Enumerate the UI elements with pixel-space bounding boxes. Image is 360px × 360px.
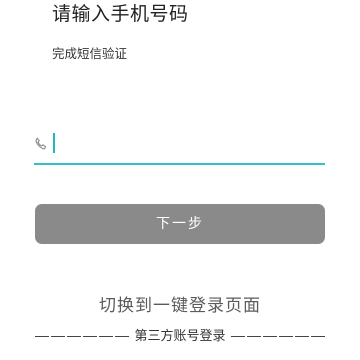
divider-dash [83,335,98,338]
divider-dash [115,335,130,338]
divider-dash [310,335,325,338]
divider-dash [35,335,50,338]
page-title: 请输入手机号码 [52,3,189,25]
divider-dash [262,335,277,338]
phone-input-underline [34,163,325,165]
divider-dash [246,335,261,338]
phone-icon-svg [35,137,47,150]
phone-input[interactable] [52,130,322,158]
third-party-login-label: 第三方账号登录 [134,329,226,344]
third-party-login-divider: 第三方账号登录 [0,326,360,348]
text-cursor [53,133,55,153]
divider-dash [99,335,114,338]
next-button[interactable]: 下一步 [35,204,325,244]
page-subtitle: 完成短信验证 [52,46,128,61]
divider-dash [67,335,82,338]
login-screen: 请输入手机号码 完成短信验证 下一步 切换到一键登录页面 第三方账号登录 [0,0,360,360]
switch-to-one-click-login-link[interactable]: 切换到一键登录页面 [0,294,360,318]
phone-field[interactable] [34,128,325,166]
phone-icon [34,136,48,150]
divider-dash [51,335,66,338]
divider-dash [230,335,245,338]
divider-dash [278,335,293,338]
divider-dash [294,335,309,338]
